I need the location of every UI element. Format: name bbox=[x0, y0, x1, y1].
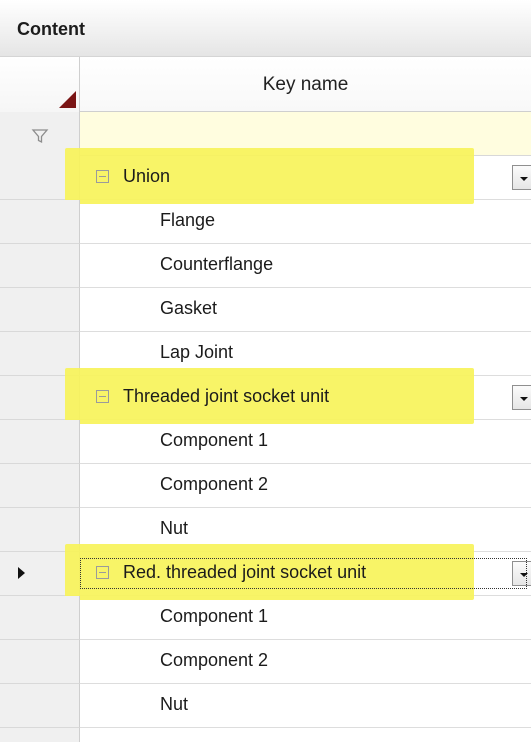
sort-indicator-icon bbox=[59, 91, 76, 108]
collapse-icon[interactable] bbox=[96, 390, 109, 403]
key-name-cell[interactable]: Component 2 bbox=[80, 464, 531, 507]
child-label: Gasket bbox=[160, 298, 218, 318]
column-header-key-name[interactable]: Key name bbox=[80, 57, 531, 112]
child-row[interactable]: Component 2 bbox=[0, 464, 531, 508]
child-label: Component 1 bbox=[160, 606, 269, 626]
group-row[interactable]: Red. threaded joint socket unit bbox=[0, 544, 531, 600]
collapse-icon[interactable] bbox=[96, 566, 109, 579]
key-name-cell[interactable]: Component 1 bbox=[80, 596, 531, 639]
child-label: Component 2 bbox=[160, 474, 269, 494]
key-name-cell[interactable]: Red. threaded joint socket unit bbox=[65, 544, 531, 600]
row-selector[interactable] bbox=[0, 684, 80, 728]
group-label: Union bbox=[123, 166, 171, 186]
key-name-cell[interactable]: Component 2 bbox=[80, 640, 531, 683]
panel-title-bar: Content bbox=[0, 0, 531, 57]
child-label: Counterflange bbox=[160, 254, 274, 274]
child-row[interactable]: Component 1 bbox=[0, 596, 531, 640]
child-row[interactable]: Component 2 bbox=[0, 640, 531, 684]
child-row[interactable]: Flange bbox=[0, 200, 531, 244]
child-label: Component 1 bbox=[160, 430, 269, 450]
key-name-cell[interactable]: Component 1 bbox=[80, 420, 531, 463]
row-selector[interactable] bbox=[0, 244, 80, 288]
key-name-cell[interactable]: Counterflange bbox=[80, 244, 531, 287]
key-name-cell[interactable]: Flange bbox=[80, 200, 531, 243]
row-selector[interactable] bbox=[0, 200, 80, 244]
dropdown-button[interactable] bbox=[512, 165, 531, 190]
child-label: Component 2 bbox=[160, 650, 269, 670]
current-row-icon bbox=[18, 567, 25, 579]
dropdown-button[interactable] bbox=[512, 561, 531, 586]
group-row[interactable]: Threaded joint socket unit bbox=[0, 368, 531, 424]
content-grid: Key name Union Flange Counterflange Gasket L… bbox=[0, 57, 531, 742]
child-label: Nut bbox=[160, 694, 189, 714]
child-label: Lap Joint bbox=[160, 342, 234, 362]
key-name-cell[interactable]: Threaded joint socket unit bbox=[65, 368, 531, 424]
filter-icon[interactable] bbox=[31, 127, 49, 145]
child-label: Flange bbox=[160, 210, 216, 230]
grid-header-row: Key name bbox=[0, 57, 531, 112]
grid-corner-cell[interactable] bbox=[0, 57, 80, 112]
chevron-down-icon bbox=[520, 177, 528, 181]
group-label: Red. threaded joint socket unit bbox=[123, 562, 367, 582]
row-selector[interactable] bbox=[0, 464, 80, 508]
row-selector[interactable] bbox=[0, 420, 80, 464]
key-name-cell[interactable]: Union bbox=[65, 148, 531, 204]
child-row[interactable]: Gasket bbox=[0, 288, 531, 332]
chevron-down-icon bbox=[520, 397, 528, 401]
collapse-icon[interactable] bbox=[96, 170, 109, 183]
group-row[interactable]: Union bbox=[0, 148, 531, 204]
chevron-down-icon bbox=[520, 573, 528, 577]
child-row[interactable]: Component 1 bbox=[0, 420, 531, 464]
key-name-cell[interactable]: Gasket bbox=[80, 288, 531, 331]
group-label: Threaded joint socket unit bbox=[123, 386, 330, 406]
child-label: Nut bbox=[160, 518, 189, 538]
child-row[interactable]: Nut bbox=[0, 684, 531, 728]
dropdown-button[interactable] bbox=[512, 385, 531, 410]
row-selector[interactable] bbox=[0, 596, 80, 640]
grid-rows: Union Flange Counterflange Gasket Lap Joint T… bbox=[0, 148, 531, 728]
row-selector[interactable] bbox=[0, 288, 80, 332]
panel-title: Content bbox=[17, 19, 85, 39]
row-selector[interactable] bbox=[0, 640, 80, 684]
content-panel: Content Key name Union Flange Counterflang… bbox=[0, 0, 531, 742]
child-row[interactable]: Counterflange bbox=[0, 244, 531, 288]
key-name-cell[interactable]: Nut bbox=[80, 684, 531, 727]
